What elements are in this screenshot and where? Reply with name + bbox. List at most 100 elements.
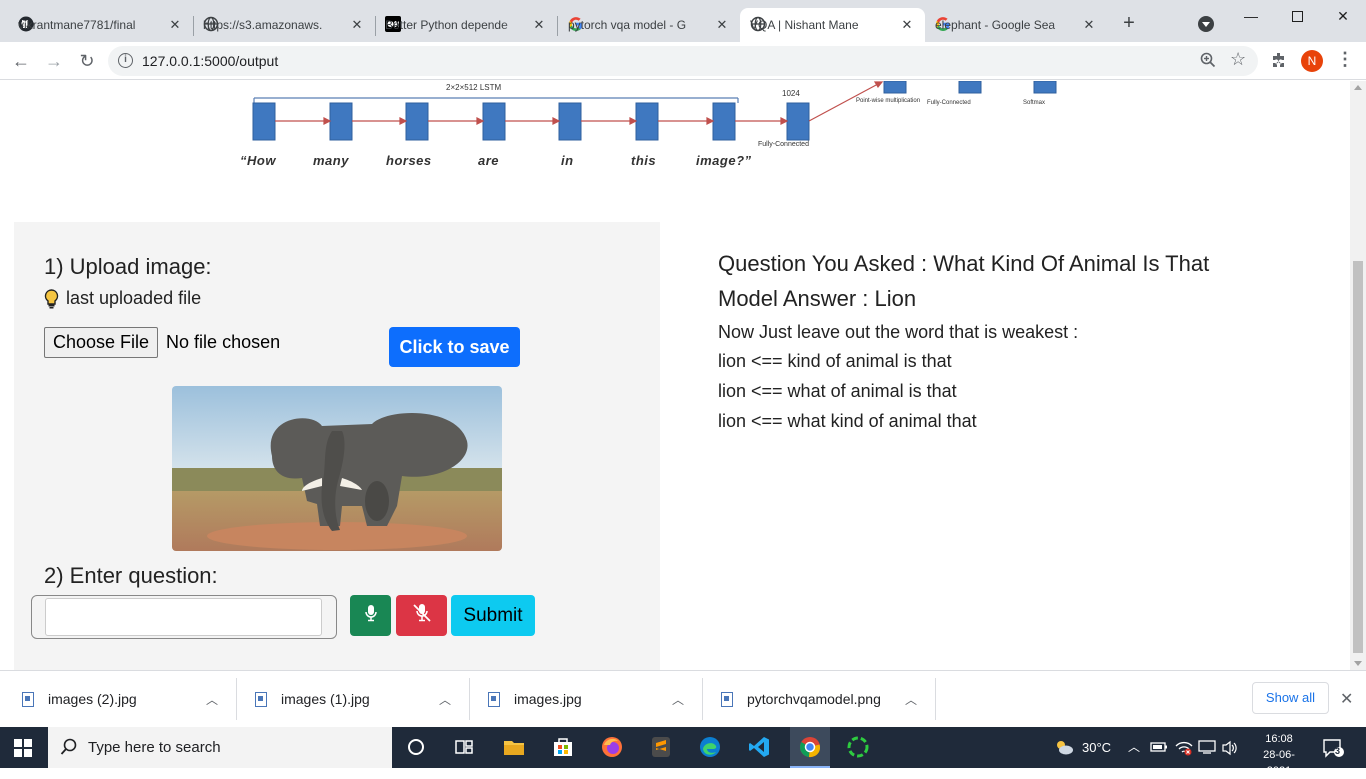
lstm-label: 2×2×512 LSTM [446,83,502,92]
network-offline-icon[interactable] [1174,740,1194,756]
minimize-button[interactable]: — [1228,0,1274,32]
close-icon[interactable]: ✕ [167,17,183,33]
download-item[interactable]: images (1).jpg [255,671,445,727]
tab-search-icon[interactable] [1198,16,1214,32]
edge-icon[interactable] [698,735,722,759]
info-icon[interactable]: i [118,53,133,68]
close-icon[interactable]: ✕ [899,17,915,33]
diagram-word: are [478,153,500,168]
url-text[interactable]: 127.0.0.1:5000/output [142,53,278,69]
close-icon[interactable]: ✕ [349,17,365,33]
show-all-button[interactable]: Show all [1252,682,1329,714]
chevron-up-icon[interactable]: ︿ [206,691,218,708]
download-separator [236,678,237,720]
download-separator [935,678,936,720]
tab-strip: vikrantmane7781/final ✕ https://s3.amazo… [0,0,1366,42]
close-window-button[interactable]: ✕ [1320,0,1366,32]
close-icon[interactable]: ✕ [531,17,547,33]
taskbar-search-box[interactable]: Type here to search [48,727,392,768]
question-heading: 2) Enter question: [44,563,218,588]
address-bar[interactable]: i 127.0.0.1:5000/output ☆ [108,46,1258,76]
display-icon[interactable] [1198,740,1216,754]
mic-off-button[interactable] [396,595,447,636]
taskbar-clock[interactable]: 16:08 28-06-2021 [1254,731,1304,779]
image-file-icon [22,691,34,707]
tab-pytorch-search[interactable]: pytorch vqa model - G ✕ [558,8,740,42]
save-button[interactable]: Click to save [389,327,520,367]
sublime-text-icon[interactable] [649,735,673,759]
mic-button[interactable] [350,595,391,636]
loading-app-icon[interactable] [846,735,870,759]
new-tab-button[interactable]: + [1119,13,1139,34]
tab-medium[interactable]: Better Python depende ✕ [375,8,557,42]
vscode-icon[interactable] [747,735,771,759]
tab-github[interactable]: vikrantmane7781/final ✕ [8,8,193,42]
forward-icon[interactable]: → [43,50,65,72]
maximize-button[interactable] [1274,0,1320,32]
downloads-bar: images (2).jpg ︿ images (1).jpg ︿ images… [0,670,1366,727]
store-icon[interactable] [551,735,575,759]
ablation-line: lion <== what of animal is that [718,381,957,401]
scroll-down-icon[interactable] [1354,661,1362,666]
volume-icon[interactable] [1221,740,1239,756]
notification-count: 3 [1335,746,1341,756]
battery-icon[interactable] [1150,740,1168,754]
temperature-text[interactable]: 30°C [1082,727,1111,768]
lightbulb-icon [44,288,59,309]
file-input[interactable]: Choose File No file chosen [44,327,280,358]
extensions-icon[interactable] [1270,51,1288,69]
reload-icon[interactable]: ↻ [76,50,98,72]
tab-title: Better Python depende [385,18,508,32]
firefox-icon[interactable] [600,735,624,759]
page-viewport: 2×2×512 LSTM 1024 Fully-Connected Point-… [0,81,1366,670]
file-explorer-icon[interactable] [502,735,526,759]
ablation-line: lion <== what kind of animal that [718,411,977,431]
page-scrollbar[interactable] [1350,81,1366,670]
close-icon[interactable]: ✕ [714,17,730,33]
tab-title: vikrantmane7781/final [18,18,136,32]
notification-icon[interactable]: 3 [1322,738,1344,758]
tab-title: elephant - Google Sea [935,18,1056,32]
softmax-label: Softmax [1023,100,1046,106]
fc2-label: Fully-Connected [927,100,971,106]
profile-avatar[interactable]: N [1301,50,1323,72]
tab-title: https://s3.amazonaws. [203,18,323,32]
diagram-word: image?” [696,153,752,168]
scrollbar-thumb[interactable] [1353,261,1363,653]
tab-s3[interactable]: https://s3.amazonaws. ✕ [193,8,375,42]
back-icon[interactable]: ← [10,50,32,72]
close-icon[interactable]: ✕ [1340,689,1353,709]
image-file-icon [721,691,733,707]
tab-elephant-search[interactable]: elephant - Google Sea ✕ [925,8,1107,42]
diagram-word: in [561,153,574,168]
choose-file-button[interactable]: Choose File [44,327,159,358]
download-item[interactable]: pytorchvqamodel.png [721,671,911,727]
windows-start-icon[interactable] [14,739,32,757]
download-separator [702,678,703,720]
cortana-icon[interactable] [404,735,428,759]
download-filename: images (1).jpg [281,691,370,707]
chrome-taskbar-icon[interactable] [790,727,830,768]
bookmark-star-icon[interactable]: ☆ [1230,49,1246,70]
download-separator [469,678,470,720]
clock-time: 16:08 [1265,733,1293,745]
chevron-up-icon[interactable]: ︿ [1128,727,1140,768]
close-icon[interactable]: ✕ [1081,17,1097,33]
asked-question-text: Question You Asked : What Kind Of Animal… [718,251,1210,276]
chevron-up-icon[interactable]: ︿ [905,691,917,708]
download-item[interactable]: images.jpg [488,671,678,727]
chevron-up-icon[interactable]: ︿ [439,691,451,708]
pointwise-label: Point-wise multiplication [856,98,921,104]
download-filename: pytorchvqamodel.png [747,691,881,707]
zoom-icon[interactable] [1200,52,1216,73]
taskbar-search-placeholder: Type here to search [88,739,221,756]
menu-dots-icon[interactable]: ⋮ [1336,50,1354,72]
image-file-icon [488,691,500,707]
tab-vqa-active[interactable]: VQA | Nishant Mane ✕ [740,8,925,42]
submit-button[interactable]: Submit [451,595,535,636]
scroll-up-icon[interactable] [1354,85,1362,90]
question-input[interactable] [45,598,322,636]
task-view-icon[interactable] [452,735,476,759]
download-item[interactable]: images (2).jpg [22,671,212,727]
chevron-up-icon[interactable]: ︿ [672,691,684,708]
